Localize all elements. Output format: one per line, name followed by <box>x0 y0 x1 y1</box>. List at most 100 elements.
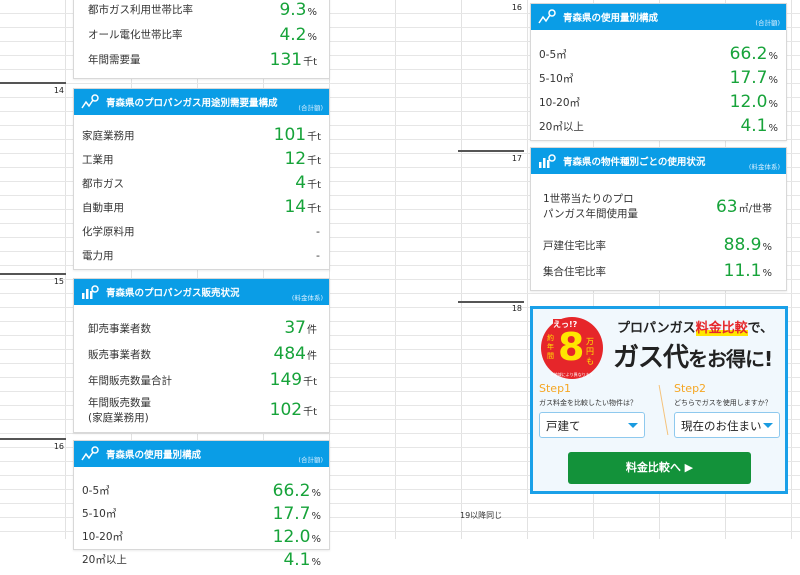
stat-value: 484件 <box>273 344 317 364</box>
stat-value: 17.7% <box>272 503 321 524</box>
stat-label: オール電化世帯比率 <box>88 29 183 41</box>
card-title: 青森県の使用量別構成 <box>563 13 659 24</box>
step1-label: Step1 <box>539 382 572 395</box>
card-subtitle: (合計額) <box>298 104 323 112</box>
card-title: 青森県のプロパンガス用途別需要量構成 <box>106 98 278 109</box>
stat-value: 11.1% <box>723 261 772 281</box>
stat-value: 131千t <box>269 49 317 70</box>
card-title: 青森県のプロパンガス販売状況 <box>106 288 240 299</box>
stat-label: 都市ガス <box>82 177 124 190</box>
stat-value: 12千t <box>284 149 321 169</box>
stat-label: 卸売事業者数 <box>88 322 151 335</box>
stat-value: 12.0% <box>729 92 778 112</box>
stat-label: 5-10㎥ <box>82 508 117 520</box>
stat-row: 20㎥以上 4.1% <box>82 548 321 571</box>
row-separator <box>0 82 66 84</box>
stat-value: 12.0% <box>272 526 321 547</box>
row-number: 16 <box>53 442 64 451</box>
stat-label: 化学原料用 <box>82 225 135 238</box>
stat-value: 63㎥/世帯 <box>715 197 772 217</box>
row-separator <box>0 273 66 275</box>
row-separator <box>0 438 66 440</box>
row-number: 17 <box>511 154 522 163</box>
stat-row: 工業用 12千t <box>82 147 321 171</box>
stat-label: 戸建住宅比率 <box>543 239 606 252</box>
stat-label: 1世帯当たりのプロパンガス年間使用量 <box>543 193 639 220</box>
stat-value: 14千t <box>284 197 321 217</box>
row-number: 14 <box>53 86 64 95</box>
stat-row: 販売事業者数 484件 <box>88 341 317 367</box>
stat-row: 年間需要量 131千t <box>88 47 317 72</box>
row-separator <box>458 301 524 303</box>
stat-row: 卸売事業者数 37件 <box>88 315 317 341</box>
stat-value: 9.3% <box>279 0 317 20</box>
card-title: 青森県の物件種別ごとの使用状況 <box>563 157 706 168</box>
stat-row: 0-5㎥ 66.2% <box>539 42 778 66</box>
step2-question: どちらでガスを使用しますか？ <box>674 399 772 407</box>
stat-label: 5-10㎥ <box>539 72 574 85</box>
stat-row: 5-10㎥ 17.7% <box>539 66 778 90</box>
property-type-select[interactable]: 戸建て <box>539 412 645 438</box>
stat-label: 販売事業者数 <box>88 348 151 361</box>
card-subtitle: (合計額) <box>755 19 780 27</box>
residence-select[interactable]: 現在のお住まい <box>674 412 780 438</box>
stat-value: 4.2% <box>279 24 317 45</box>
card-sales-status: 青森県のプロパンガス販売状況 (料金体系) 卸売事業者数 37件 販売事業者数 484件… <box>73 278 330 433</box>
compare-rates-button[interactable]: 料金比較へ ▶ <box>568 452 751 484</box>
stat-label: 工業用 <box>82 153 114 166</box>
stat-label: 集合住宅比率 <box>543 265 606 278</box>
stat-label: 0-5㎥ <box>539 48 567 61</box>
card-subtitle: (合計額) <box>298 456 323 464</box>
stat-row: 年間販売数量合計 149千t <box>88 367 317 393</box>
stat-row: 戸建住宅比率 88.9% <box>543 232 772 258</box>
stat-value: 102千t <box>269 400 317 420</box>
card-subtitle: (料金体系) <box>748 163 780 171</box>
stat-row: 集合住宅比率 11.1% <box>543 258 772 284</box>
card-title: 青森県の使用量別構成 <box>106 450 202 461</box>
stat-value: 17.7% <box>729 68 778 88</box>
chevron-down-icon <box>763 423 773 428</box>
card-property-usage: 青森県の物件種別ごとの使用状況 (料金体系) 1世帯当たりのプロパンガス年間使用量… <box>530 147 787 291</box>
card-volume-composition: 青森県の使用量別構成 (合計額) 0-5㎥ 66.2% 5-10㎥ 17.7% 10-20… <box>530 3 787 141</box>
savings-badge: えっ!? 約年間 8 万円も ※地域により異なります <box>541 317 603 379</box>
step2-label: Step2 <box>674 382 707 395</box>
stat-row: 20㎥以上 4.1% <box>539 114 778 138</box>
row-number: 16 <box>511 3 522 12</box>
stat-row: 家庭業務用 101千t <box>82 123 321 147</box>
stat-value: 4.1% <box>740 116 778 136</box>
step1-question: ガス料金を比較したい物件は？ <box>539 399 637 407</box>
stat-row: 自動車用 14千t <box>82 195 321 219</box>
stat-value: 66.2% <box>729 44 778 64</box>
stat-label: 年間販売数量合計 <box>88 374 172 387</box>
stat-row: 0-5㎥ 66.2% <box>82 479 321 502</box>
stat-label: 都市ガス利用世帯比率 <box>88 4 193 16</box>
stat-label: 10-20㎥ <box>539 96 581 109</box>
stat-row: 都市ガス利用世帯比率 9.3% <box>88 0 317 22</box>
chevron-down-icon <box>628 423 638 428</box>
stat-label: 年間需要量 <box>88 54 141 66</box>
ad-big-headline: ガス代をお得に! <box>613 343 773 373</box>
stat-value: 4千t <box>295 173 321 193</box>
stat-row: 5-10㎥ 17.7% <box>82 502 321 525</box>
stat-label: 20㎥以上 <box>82 554 127 566</box>
stat-row: 都市ガス 4千t <box>82 171 321 195</box>
stat-value: 101千t <box>273 125 321 145</box>
stat-value: 4.1% <box>283 549 321 570</box>
line-chart-search-icon <box>538 9 556 24</box>
stat-row: 10-20㎥ 12.0% <box>539 90 778 114</box>
line-chart-search-icon <box>81 94 99 109</box>
gas-comparison-ad[interactable]: えっ!? 約年間 8 万円も ※地域により異なります プロパンガス料金比較で、 … <box>530 306 788 494</box>
stat-label: 自動車用 <box>82 201 124 214</box>
note-cell: 19以降同じ <box>460 511 503 520</box>
stat-row: 化学原料用 - <box>82 219 321 243</box>
stat-value: 149千t <box>269 370 317 390</box>
card-usage-composition: 青森県のプロパンガス用途別需要量構成 (合計額) 家庭業務用 101千t 工業用 12千… <box>73 88 330 270</box>
row-number: 18 <box>511 304 522 313</box>
line-chart-search-icon <box>81 446 99 461</box>
stat-label: 10-20㎥ <box>82 531 124 543</box>
stat-row: 1世帯当たりのプロパンガス年間使用量 63㎥/世帯 <box>543 182 772 232</box>
stat-value: - <box>316 224 320 238</box>
stat-row: オール電化世帯比率 4.2% <box>88 22 317 47</box>
stat-row: 電力用 - <box>82 243 321 267</box>
stat-row: 10-20㎥ 12.0% <box>82 525 321 548</box>
